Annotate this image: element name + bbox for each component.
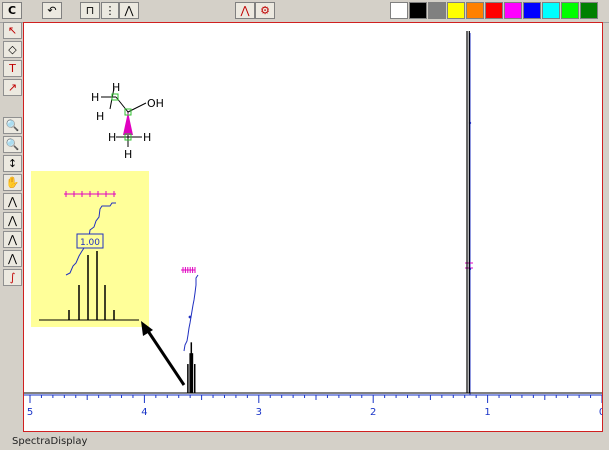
status-label: SpectraDisplay [12,436,88,447]
x-axis-tick-label: 1 [484,407,490,418]
inset-zoom[interactable]: 1.00 [31,171,149,327]
text-tool-icon[interactable]: T [3,60,22,77]
color-swatch[interactable] [485,2,503,19]
color-swatch[interactable] [390,2,408,19]
spectrum-trace [187,31,470,393]
atom-h6: H [124,148,132,161]
color-swatch[interactable] [447,2,465,19]
atom-h2: H [91,91,99,104]
color-swatch[interactable] [561,2,579,19]
color-swatch[interactable] [428,2,446,19]
atom-h4: H [108,131,116,144]
pointer-icon[interactable]: C [2,2,22,19]
zoom-box-icon[interactable]: 🔍 [3,136,22,153]
color-swatch[interactable] [466,2,484,19]
x-axis-tick-label: 5 [27,407,33,418]
atom-h1: H [112,81,120,94]
peak-label-icon[interactable]: ⋀ [119,2,139,19]
spectrum-icon[interactable]: ⋀ [235,2,255,19]
color-swatch[interactable] [504,2,522,19]
zoom-arrow [141,321,186,386]
color-swatch[interactable] [542,2,560,19]
pan-icon[interactable]: ✋ [3,174,22,191]
inset-integral-label: 1.00 [80,238,100,248]
multiplet-icon[interactable]: ⋀ [3,250,22,267]
x-axis-tick-label: 0 [599,407,602,418]
color-swatch[interactable] [409,2,427,19]
x-axis-tick-label: 2 [370,407,376,418]
atom-h5: H [143,131,151,144]
spectrum-gear-icon[interactable]: ⚙ [255,2,275,19]
integral-icon[interactable]: ∫ [3,269,22,286]
peak-label-icon[interactable]: ⋀ [3,212,22,229]
atom-oh: OH [147,97,164,110]
select-arrow-icon[interactable]: ↖ [3,22,22,39]
peak-icon[interactable]: ⋀ [3,193,22,210]
integral-trace-quartet [181,267,199,352]
measure-icon[interactable]: ⋮ [101,2,119,19]
undo-icon[interactable]: ↶ [42,2,62,19]
spectrum-plot[interactable]: H H H OH H H H 1.00 5 4 3 2 1 [23,22,603,432]
top-toolbar: C ↶ ⊓ ⋮ ⋀ ⋀ ⚙ [0,0,609,23]
molecule-structure[interactable]: H H H OH H H H [91,81,164,161]
peak-pick-icon[interactable]: ⋀ [3,231,22,248]
zoom-in-icon[interactable]: 🔍 [3,117,22,134]
atom-h3: H [96,110,104,123]
eraser-icon[interactable]: ◇ [3,41,22,58]
x-axis-tick-label: 4 [141,407,147,418]
x-axis-tick-label: 3 [256,407,262,418]
peak-pick-icon[interactable]: ⊓ [80,2,100,19]
color-swatch[interactable] [580,2,598,19]
vertical-zoom-icon[interactable]: ↕ [3,155,22,172]
color-swatch[interactable] [523,2,541,19]
line-tool-icon[interactable]: ↗ [3,79,22,96]
